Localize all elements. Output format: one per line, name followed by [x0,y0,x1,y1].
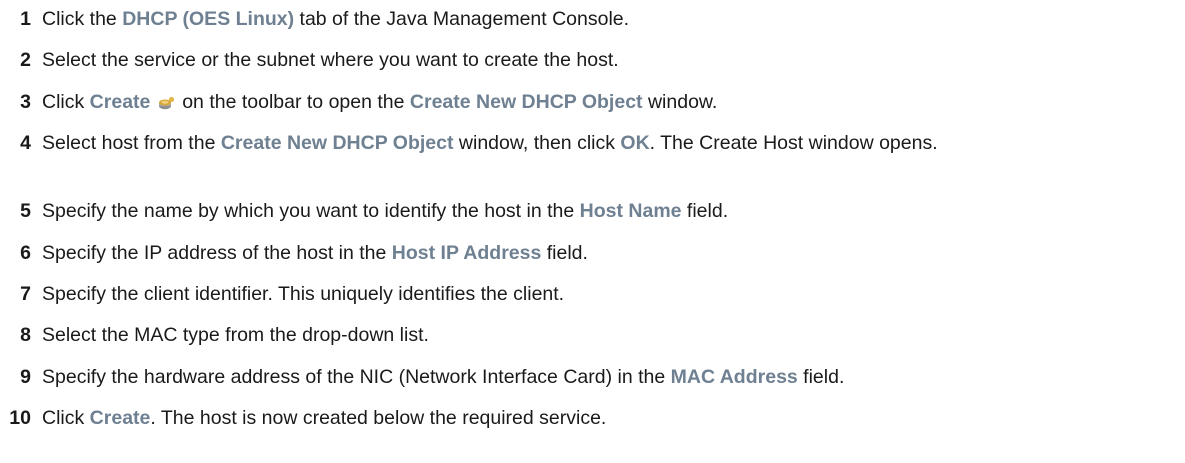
step-number: 9 [20,366,31,388]
step-text: Specify the client identifier. This uniq… [42,281,1160,308]
step-number: 5 [20,200,31,222]
step-text: Click Create. The host is now created be… [42,405,1160,432]
ui-term-dhcp-oes-linux: DHCP (OES Linux) [122,8,295,30]
step-text-part: Select the service or the subnet where y… [42,49,619,71]
ui-term-create: Create [89,91,151,113]
ui-term-ok: OK [620,132,650,154]
step-number: 4 [20,132,31,154]
step-text-part: field. [681,200,729,222]
step-text-part: Click [42,91,90,113]
step-text: Specify the hardware address of the NIC … [42,364,1160,391]
step-text-part: . The Create Host window opens. [649,132,938,154]
step-text-part: tab of the Java Management Console. [294,8,630,30]
step-number: 1 [20,8,31,30]
step-text-part: window. [642,91,718,113]
ui-term-host-ip-address: Host IP Address [391,242,542,264]
step-number: 6 [20,242,31,264]
step-text: Specify the name by which you want to id… [42,198,1160,225]
step-text-part: field. [797,366,845,388]
step-number: 8 [20,324,31,346]
step-text-part: Specify the hardware address of the NIC … [42,366,671,388]
create-icon [158,96,175,110]
step-text: Select host from the Create New DHCP Obj… [42,130,1160,157]
step-number: 2 [20,49,31,71]
step-number: 10 [9,407,31,429]
step-text-part: . The host is now created below the requ… [150,407,607,429]
step-text-part: Specify the IP address of the host in th… [42,242,392,264]
step-text: Click the DHCP (OES Linux) tab of the Ja… [42,6,1160,33]
step-text-part: Specify the client identifier. This uniq… [42,283,565,305]
step-number: 3 [20,91,31,113]
ui-term-create: Create [89,407,151,429]
ui-term-create-new-dhcp-object: Create New DHCP Object [220,132,454,154]
ui-term-mac-address: MAC Address [670,366,798,388]
step-text-part: Select host from the [42,132,221,154]
step-text: Select the MAC type from the drop-down l… [42,322,1160,349]
step-number: 7 [20,283,31,305]
procedure-steps: 1 Click the DHCP (OES Linux) tab of the … [0,0,1185,463]
step-text-part: Select the MAC type from the drop-down l… [42,324,429,346]
ui-term-host-name: Host Name [579,200,682,222]
step-text: Click Create on the toolbar to open the … [42,89,1160,116]
step-text-part: Specify the name by which you want to id… [42,200,580,222]
step-text: Specify the IP address of the host in th… [42,240,1160,267]
step-text-part: window, then click [453,132,621,154]
step-text: Select the service or the subnet where y… [42,47,1160,74]
step-text-part: on the toolbar to open the [176,91,410,113]
step-text-part: Click [42,407,90,429]
step-text-part: Click the [42,8,123,30]
ui-term-create-new-dhcp-object: Create New DHCP Object [409,91,643,113]
step-text-part: field. [541,242,588,264]
